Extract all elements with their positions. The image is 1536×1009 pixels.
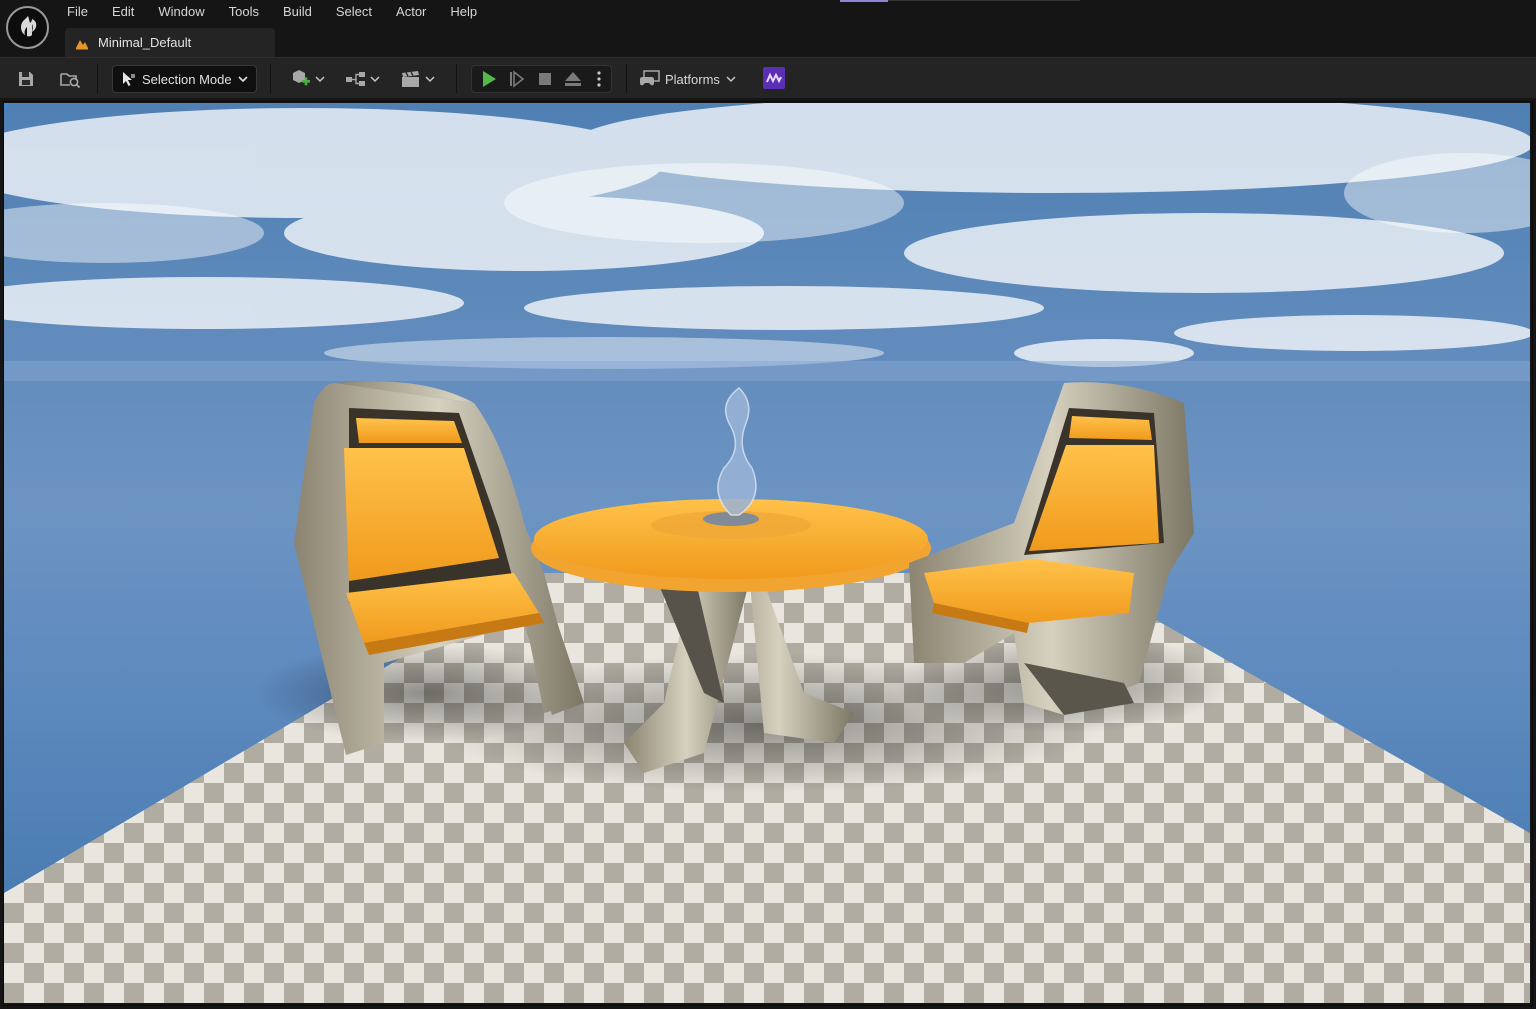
blueprint-icon — [345, 72, 365, 86]
menu-tools[interactable]: Tools — [217, 0, 271, 24]
play-icon — [483, 71, 496, 87]
eject-button[interactable] — [562, 68, 584, 90]
plugin-button[interactable] — [763, 67, 785, 89]
viewport-corner-marker — [4, 103, 11, 110]
viewport-scene — [4, 103, 1530, 1003]
window-drag-accent — [840, 0, 888, 2]
menu-select[interactable]: Select — [324, 0, 384, 24]
level-icon — [76, 39, 88, 49]
window-drag-strip — [888, 0, 1080, 1]
platforms-button[interactable]: Platforms — [639, 66, 741, 92]
chevron-down-icon — [369, 76, 380, 83]
play-button[interactable] — [478, 68, 500, 90]
menu-build[interactable]: Build — [271, 0, 324, 24]
save-icon — [19, 72, 33, 86]
add-actor-button[interactable] — [286, 66, 328, 92]
chevron-down-icon — [314, 76, 325, 83]
play-controls — [471, 65, 612, 93]
menu-actor[interactable]: Actor — [384, 0, 438, 24]
add-actor-icon — [292, 70, 310, 86]
menu-edit[interactable]: Edit — [100, 0, 146, 24]
menu-help[interactable]: Help — [438, 0, 489, 24]
content-browser-button[interactable] — [56, 66, 84, 92]
toolbar-separator — [270, 64, 271, 93]
plugin-logo-icon — [766, 72, 782, 84]
stop-button[interactable] — [534, 68, 556, 90]
selection-mode-icon — [123, 72, 135, 86]
tab-minimal-default[interactable]: Minimal_Default — [65, 28, 275, 57]
cinematics-icon — [401, 71, 419, 87]
chevron-down-icon — [424, 76, 435, 83]
menu-window[interactable]: Window — [146, 0, 216, 24]
level-viewport[interactable] — [4, 103, 1530, 1003]
advance-frame-icon — [510, 70, 525, 88]
toolbar-separator — [97, 64, 98, 93]
selection-mode-dropdown[interactable]: Selection Mode — [112, 65, 257, 93]
content-browser-icon — [60, 73, 81, 89]
blueprint-button[interactable] — [342, 66, 382, 92]
chevron-down-icon — [726, 76, 736, 83]
title-bar: File Edit Window Tools Build Select Acto… — [0, 0, 1536, 57]
platforms-label: Platforms — [665, 71, 720, 87]
stop-icon — [539, 73, 551, 85]
toolbar-separator — [456, 64, 457, 93]
menu-bar: File Edit Window Tools Build Select Acto… — [55, 0, 489, 24]
toolbar-separator — [626, 64, 627, 93]
more-options-icon — [597, 71, 601, 87]
tab-label: Minimal_Default — [98, 35, 192, 50]
unreal-logo-icon[interactable] — [6, 6, 49, 49]
save-button[interactable] — [12, 66, 40, 92]
cinematics-button[interactable] — [397, 66, 437, 92]
eject-icon — [565, 72, 581, 86]
menu-file[interactable]: File — [55, 0, 100, 24]
selection-mode-label: Selection Mode — [142, 71, 232, 87]
platforms-icon — [640, 70, 660, 86]
chevron-down-icon — [238, 76, 248, 83]
play-options-button[interactable] — [590, 68, 608, 90]
advance-frame-button[interactable] — [506, 68, 528, 90]
